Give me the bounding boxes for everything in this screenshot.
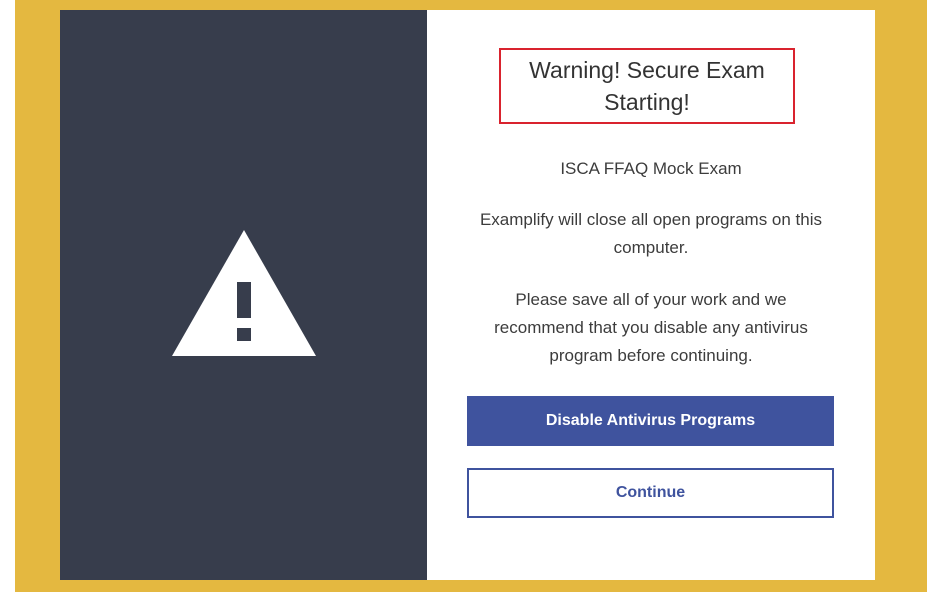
warning-triangle-icon	[172, 230, 316, 356]
close-programs-message: Examplify will close all open programs o…	[479, 210, 823, 257]
antivirus-recommendation-message: Please save all of your work and we reco…	[494, 290, 808, 365]
secure-exam-warning-dialog: Warning! Secure Exam Starting! ISCA FFAQ…	[60, 10, 875, 580]
content-panel: Warning! Secure Exam Starting! ISCA FFAQ…	[427, 10, 875, 580]
exam-name: ISCA FFAQ Mock Exam	[560, 159, 742, 178]
icon-panel	[60, 10, 427, 580]
dialog-title: Warning! Secure Exam Starting!	[529, 57, 765, 115]
title-highlight-box: Warning! Secure Exam Starting!	[499, 48, 795, 124]
continue-button[interactable]: Continue	[467, 468, 834, 518]
disable-antivirus-button[interactable]: Disable Antivirus Programs	[467, 396, 834, 446]
